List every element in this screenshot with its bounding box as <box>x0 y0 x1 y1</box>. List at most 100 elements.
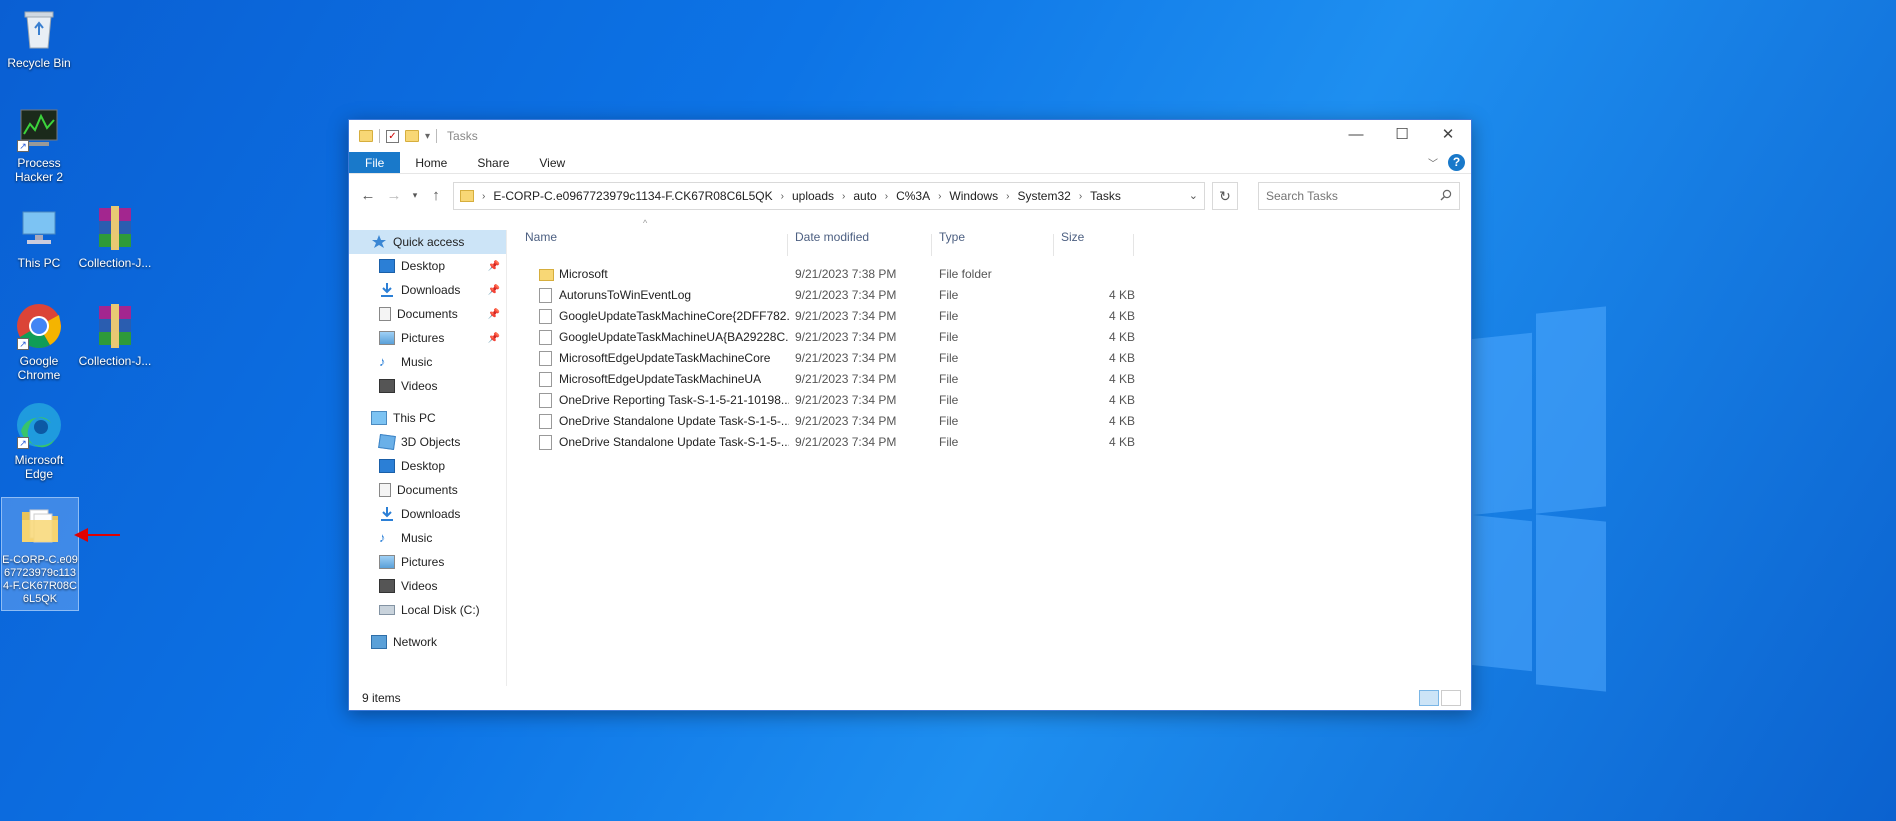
table-row[interactable]: MicrosoftEdgeUpdateTaskMachineCore 9/21/… <box>519 348 1459 369</box>
table-row[interactable]: OneDrive Standalone Update Task-S-1-5-..… <box>519 432 1459 453</box>
back-button[interactable]: ← <box>357 187 379 204</box>
nav-pc-3d-objects[interactable]: 3D Objects <box>349 430 506 454</box>
table-row[interactable]: GoogleUpdateTaskMachineCore{2DFF782... 9… <box>519 306 1459 327</box>
new-folder-icon[interactable] <box>405 130 419 142</box>
nav-pc-local-disk[interactable]: Local Disk (C:) <box>349 598 506 622</box>
search-input[interactable] <box>1266 189 1426 203</box>
customize-toolbar-icon[interactable]: ▾ <box>425 131 430 142</box>
column-divider[interactable] <box>787 234 788 256</box>
chevron-down-icon[interactable]: ⌄ <box>1189 189 1198 202</box>
close-button[interactable]: ✕ <box>1425 120 1471 152</box>
separator <box>379 129 380 143</box>
nav-pc-music[interactable]: ♪ Music <box>349 526 506 550</box>
recent-locations-icon[interactable]: ▾ <box>409 190 421 201</box>
title-bar[interactable]: ✓ ▾ Tasks — ☐ ✕ <box>349 120 1471 152</box>
desktop-icon-collection-2[interactable]: Collection-J... <box>77 302 153 368</box>
tab-home[interactable]: Home <box>400 152 462 173</box>
column-header-type[interactable]: Type <box>939 230 965 254</box>
expand-ribbon-icon[interactable]: ﹀ <box>1428 155 1438 170</box>
table-row[interactable]: AutorunsToWinEventLog 9/21/2023 7:34 PM … <box>519 285 1459 306</box>
desktop-icon-edge[interactable]: ↗ Microsoft Edge <box>1 401 77 481</box>
column-divider[interactable] <box>1053 234 1054 256</box>
nav-quick-access[interactable]: Quick access <box>349 230 506 254</box>
tab-share[interactable]: Share <box>462 152 524 173</box>
nav-item-downloads[interactable]: Downloads 📌 <box>349 278 506 302</box>
chevron-right-icon[interactable]: › <box>781 191 784 202</box>
column-header-name[interactable]: Name <box>525 230 557 254</box>
breadcrumb-uploads[interactable]: uploads <box>792 189 834 203</box>
chevron-right-icon[interactable]: › <box>482 191 485 202</box>
chevron-right-icon[interactable]: › <box>938 191 941 202</box>
file-name: GoogleUpdateTaskMachineCore{2DFF782... <box>559 309 789 323</box>
table-row[interactable]: GoogleUpdateTaskMachineUA{BA29228C... 9/… <box>519 327 1459 348</box>
desktop-icon-process-hacker[interactable]: ↗ Process Hacker 2 <box>1 104 77 184</box>
desktop-icon-recycle-bin[interactable]: Recycle Bin <box>1 4 77 70</box>
chevron-right-icon[interactable]: › <box>1079 191 1082 202</box>
desktop-icon-label: Collection-J... <box>78 256 152 270</box>
desktop-icon-label: This PC <box>17 256 61 270</box>
nav-pc-desktop[interactable]: Desktop <box>349 454 506 478</box>
nav-label: Quick access <box>393 235 465 249</box>
help-icon[interactable]: ? <box>1448 154 1465 171</box>
file-type: File folder <box>939 267 992 281</box>
table-row[interactable]: OneDrive Standalone Update Task-S-1-5-..… <box>519 411 1459 432</box>
desktop-icon-collection-1[interactable]: Collection-J... <box>77 204 153 270</box>
chevron-right-icon[interactable]: › <box>885 191 888 202</box>
chevron-right-icon[interactable]: › <box>1006 191 1009 202</box>
desktop-icon-chrome[interactable]: ↗ Google Chrome <box>1 302 77 382</box>
pin-icon[interactable]: 📌 <box>488 261 500 272</box>
sort-ascending-icon: ^ <box>643 218 648 228</box>
forward-button[interactable]: → <box>383 187 405 204</box>
table-row[interactable]: MicrosoftEdgeUpdateTaskMachineUA 9/21/20… <box>519 369 1459 390</box>
pin-icon[interactable]: 📌 <box>488 333 500 344</box>
column-divider[interactable] <box>1133 234 1134 256</box>
breadcrumb-root[interactable]: E-CORP-C.e0967723979c1134-F.CK67R08C6L5Q… <box>493 189 772 203</box>
column-header-date[interactable]: Date modified <box>795 230 869 254</box>
nav-network[interactable]: Network <box>349 630 506 654</box>
pin-icon[interactable]: 📌 <box>488 309 500 320</box>
properties-icon[interactable]: ✓ <box>386 129 399 143</box>
file-name: GoogleUpdateTaskMachineUA{BA29228C... <box>559 330 789 344</box>
nav-pc-pictures[interactable]: Pictures <box>349 550 506 574</box>
chrome-icon: ↗ <box>15 302 63 350</box>
nav-item-videos[interactable]: Videos <box>349 374 506 398</box>
nav-item-documents[interactable]: Documents 📌 <box>349 302 506 326</box>
search-box[interactable] <box>1258 182 1460 210</box>
breadcrumb-system32[interactable]: System32 <box>1017 189 1070 203</box>
minimize-button[interactable]: — <box>1333 120 1379 152</box>
pin-icon[interactable]: 📌 <box>488 285 500 296</box>
nav-item-pictures[interactable]: Pictures 📌 <box>349 326 506 350</box>
table-row[interactable]: OneDrive Reporting Task-S-1-5-21-10198..… <box>519 390 1459 411</box>
nav-pc-downloads[interactable]: Downloads <box>349 502 506 526</box>
file-type: File <box>939 309 959 323</box>
nav-this-pc[interactable]: This PC <box>349 406 506 430</box>
tab-view[interactable]: View <box>524 152 580 173</box>
nav-item-desktop[interactable]: Desktop 📌 <box>349 254 506 278</box>
column-header-size[interactable]: Size <box>1061 230 1084 254</box>
file-size: 4 KB <box>1108 414 1135 428</box>
file-name: MicrosoftEdgeUpdateTaskMachineCore <box>559 351 771 365</box>
tab-file[interactable]: File <box>349 152 401 173</box>
up-button[interactable]: ↑ <box>425 187 447 204</box>
file-type: File <box>939 393 959 407</box>
nav-pc-documents[interactable]: Documents <box>349 478 506 502</box>
nav-item-music[interactable]: ♪ Music <box>349 350 506 374</box>
maximize-button[interactable]: ☐ <box>1379 120 1425 152</box>
desktop-icon-label: Google Chrome <box>17 354 61 382</box>
details-view-button[interactable] <box>1419 690 1439 706</box>
desktop-icon-this-pc[interactable]: This PC <box>1 204 77 270</box>
nav-pc-videos[interactable]: Videos <box>349 574 506 598</box>
table-row[interactable]: Microsoft 9/21/2023 7:38 PM File folder <box>519 264 1459 285</box>
address-bar[interactable]: › E-CORP-C.e0967723979c1134-F.CK67R08C6L… <box>453 182 1205 210</box>
breadcrumb-c[interactable]: C%3A <box>896 189 930 203</box>
breadcrumb-auto[interactable]: auto <box>853 189 876 203</box>
chevron-right-icon[interactable]: › <box>842 191 845 202</box>
large-icons-view-button[interactable] <box>1441 690 1461 706</box>
breadcrumb-tasks[interactable]: Tasks <box>1090 189 1121 203</box>
file-size: 4 KB <box>1108 351 1135 365</box>
breadcrumb-windows[interactable]: Windows <box>949 189 998 203</box>
desktop-icon-ecorp-folder[interactable]: E-CORP-C.e0967723979c1134-F.CK67R08C6L5Q… <box>1 497 79 611</box>
refresh-button[interactable]: ↻ <box>1212 182 1238 210</box>
column-divider[interactable] <box>931 234 932 256</box>
file-name: MicrosoftEdgeUpdateTaskMachineUA <box>559 372 762 386</box>
